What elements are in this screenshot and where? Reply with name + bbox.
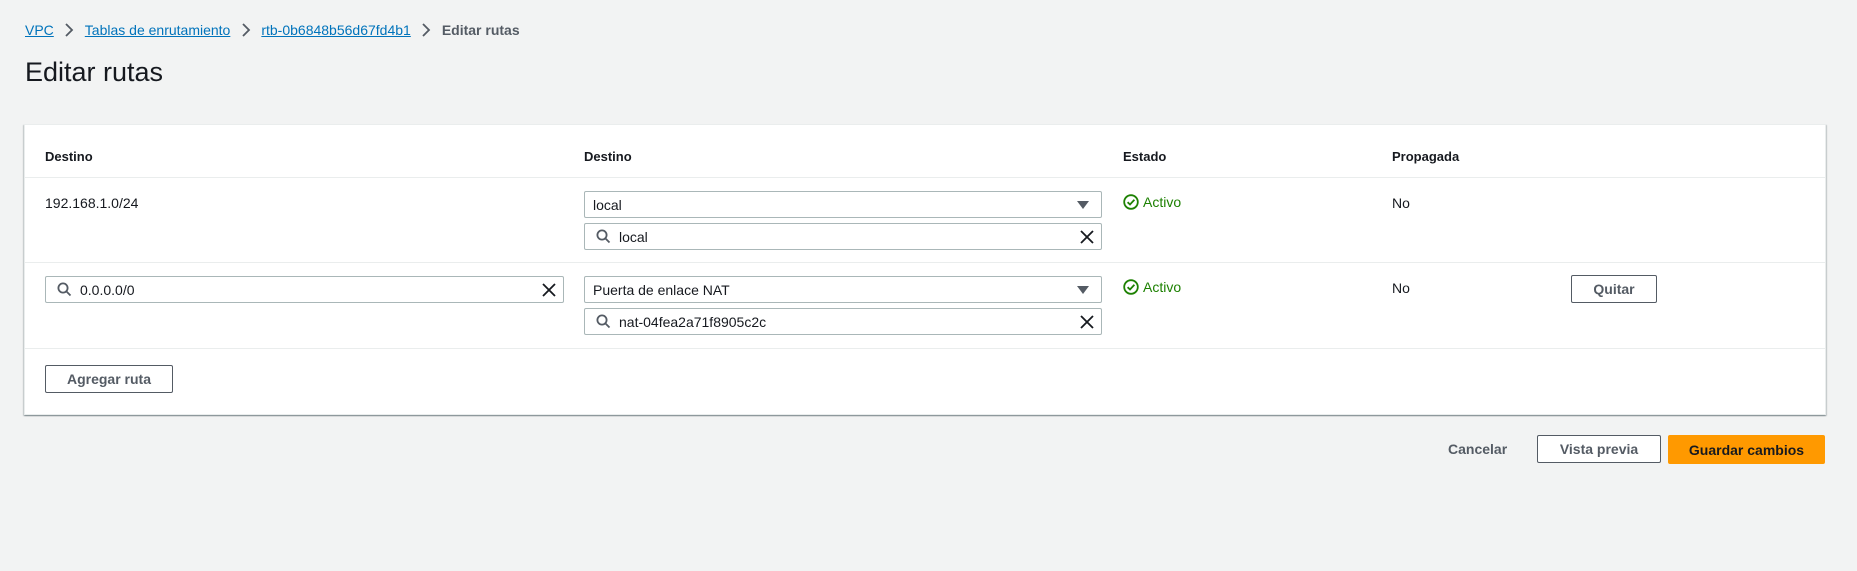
search-icon xyxy=(589,229,617,244)
target-type-value: local xyxy=(593,196,622,213)
breadcrumb-current: Editar rutas xyxy=(441,22,520,38)
table-row: 0.0.0.0/0 Puerta de enlace NAT nat-04fea… xyxy=(25,263,1825,349)
save-changes-button[interactable]: Guardar cambios xyxy=(1668,435,1825,464)
status-text: Activo xyxy=(1143,279,1182,295)
routes-panel: Destino Destino Estado Propagada 192.168… xyxy=(24,124,1826,415)
remove-route-button[interactable]: Quitar xyxy=(1571,275,1657,303)
status-text: Activo xyxy=(1143,194,1182,210)
page-title: Editar rutas xyxy=(25,57,164,87)
breadcrumb: VPC Tablas de enrutamiento rtb-0b6848b56… xyxy=(25,22,520,38)
destination-input[interactable]: 0.0.0.0/0 xyxy=(45,276,564,303)
status-success-icon xyxy=(1123,279,1139,295)
route-propagated: No xyxy=(1392,280,1410,296)
chevron-right-icon xyxy=(411,23,442,37)
preview-button[interactable]: Vista previa xyxy=(1537,435,1661,463)
close-icon[interactable] xyxy=(1073,229,1101,244)
target-type-select[interactable]: Puerta de enlace NAT xyxy=(584,276,1102,303)
target-id-input[interactable]: local xyxy=(584,223,1102,250)
table-row: 192.168.1.0/24 local local Activo No xyxy=(25,178,1825,263)
header-propagated: Propagada xyxy=(1392,149,1460,164)
header-target: Destino xyxy=(584,149,632,164)
route-propagated: No xyxy=(1392,195,1410,211)
breadcrumb-vpc[interactable]: VPC xyxy=(25,22,54,38)
breadcrumb-route-table-id[interactable]: rtb-0b6848b56d67fd4b1 xyxy=(261,22,410,38)
header-status: Estado xyxy=(1123,149,1167,164)
target-id-input[interactable]: nat-04fea2a71f8905c2c xyxy=(584,308,1102,335)
status-indicator: Activo xyxy=(1123,279,1181,295)
close-icon[interactable] xyxy=(535,282,563,297)
search-icon xyxy=(50,282,78,297)
caret-down-icon xyxy=(1077,285,1089,294)
caret-down-icon xyxy=(1077,200,1089,209)
table-header: Destino Destino Estado Propagada xyxy=(25,125,1825,178)
breadcrumb-route-tables[interactable]: Tablas de enrutamiento xyxy=(85,22,231,38)
chevron-right-icon xyxy=(54,23,85,37)
destination-value: 0.0.0.0/0 xyxy=(80,281,135,298)
target-id-value: local xyxy=(619,228,648,245)
chevron-right-icon xyxy=(230,23,261,37)
target-id-value: nat-04fea2a71f8905c2c xyxy=(619,313,767,330)
search-icon xyxy=(589,314,617,329)
target-type-select[interactable]: local xyxy=(584,191,1102,218)
route-destination: 192.168.1.0/24 xyxy=(45,195,139,211)
target-type-value: Puerta de enlace NAT xyxy=(593,281,730,298)
header-destination: Destino xyxy=(45,149,93,164)
close-icon[interactable] xyxy=(1073,314,1101,329)
status-success-icon xyxy=(1123,194,1139,210)
add-route-button[interactable]: Agregar ruta xyxy=(45,365,173,393)
cancel-button[interactable]: Cancelar xyxy=(1448,441,1507,457)
status-indicator: Activo xyxy=(1123,194,1181,210)
